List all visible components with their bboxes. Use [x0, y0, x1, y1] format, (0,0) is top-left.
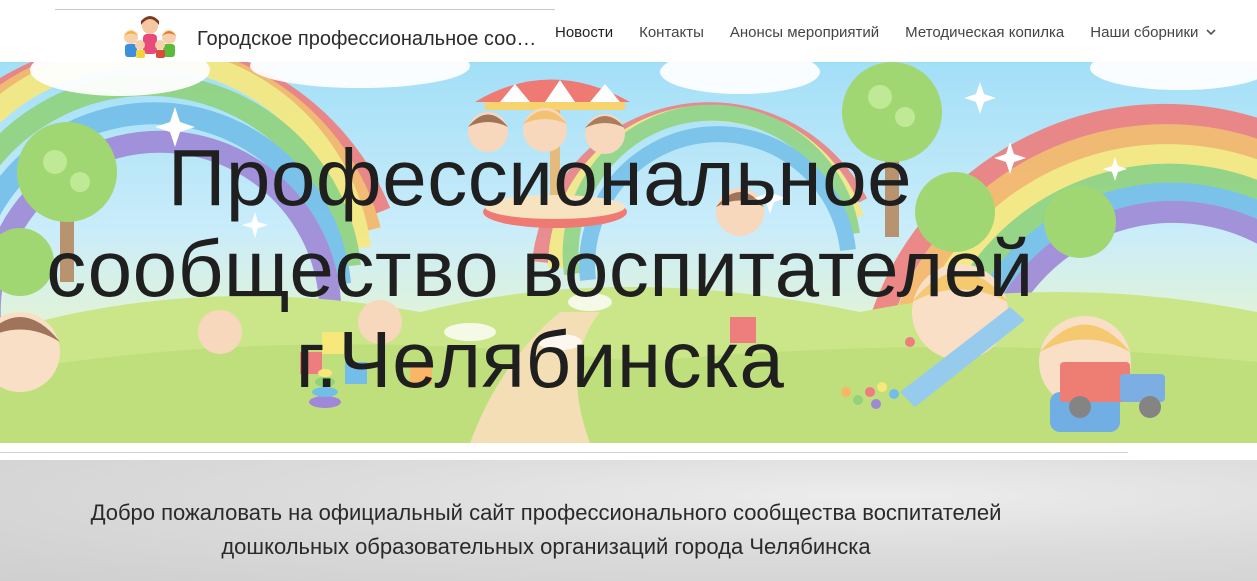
main-nav: Новости Контакты Анонсы мероприятий Мето…: [555, 22, 1217, 42]
hero-title-line: г.Челябинска: [295, 315, 785, 404]
nav-item-label: Анонсы мероприятий: [729, 23, 880, 41]
welcome-text: Добро пожаловать на официальный сайт про…: [0, 496, 1092, 564]
hero-title: Профессиональное сообщество воспитателей…: [0, 132, 1080, 405]
nav-item-methodical[interactable]: Методическая копилка: [905, 24, 1064, 41]
hero-title-line: Профессиональное: [167, 133, 913, 222]
hero-banner: Профессиональное сообщество воспитателей…: [0, 62, 1257, 443]
nav-item-contacts[interactable]: Контакты: [639, 24, 704, 41]
page: Городское профессиональное сооб... Новос…: [0, 0, 1257, 581]
nav-item-label: Наши сборники: [1090, 23, 1199, 41]
nav-item-label: Методическая копилка: [905, 23, 1065, 41]
nav-item-collections[interactable]: Наши сборники: [1090, 24, 1217, 41]
welcome-line: Добро пожаловать на официальный сайт про…: [90, 500, 1002, 525]
nav-item-events[interactable]: Анонсы мероприятий: [730, 24, 879, 41]
site-title-link[interactable]: Городское профессиональное сооб...: [197, 28, 542, 51]
nav-item-news[interactable]: Новости: [555, 24, 613, 41]
children-logo-icon[interactable]: [118, 15, 182, 59]
nav-item-label: Новости: [555, 23, 614, 41]
welcome-section: Добро пожаловать на официальный сайт про…: [0, 460, 1257, 581]
hero-title-line: сообщество воспитателей: [46, 224, 1034, 313]
section-divider: [0, 452, 1128, 453]
chevron-down-icon: [1206, 29, 1216, 36]
welcome-line: дошкольных образовательных организаций г…: [221, 534, 871, 559]
site-header: Городское профессиональное сооб... Новос…: [0, 0, 1257, 62]
nav-item-label: Контакты: [639, 23, 704, 41]
header-divider: [55, 9, 555, 10]
